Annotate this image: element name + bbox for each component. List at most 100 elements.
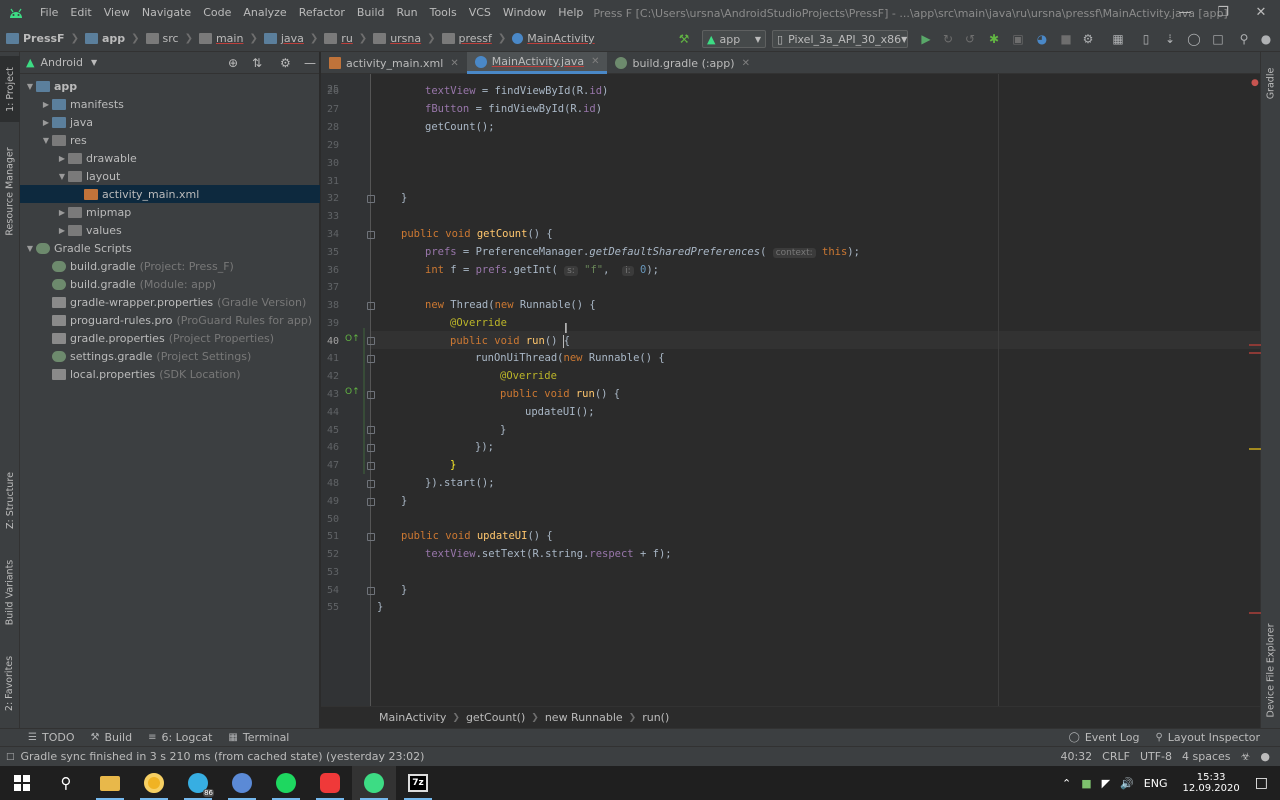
error-indicator-icon[interactable]: ● (1251, 78, 1259, 88)
qbittorrent-icon[interactable] (220, 766, 264, 800)
tree-item-build-gradle-module[interactable]: build.gradle (Module: app) (20, 275, 320, 293)
device-manager-icon[interactable]: ◯ (1186, 31, 1202, 47)
tree-item-activity-main-xml[interactable]: activity_main.xml (20, 185, 320, 203)
menu-file[interactable]: File (34, 0, 64, 26)
nav-crumb-pressf[interactable]: pressf ❯ (436, 32, 506, 45)
tab-activity-main-xml[interactable]: activity_main.xml ✕ (321, 52, 467, 74)
tab-resource-manager[interactable]: Resource Manager (0, 136, 20, 246)
device-dropdown[interactable]: ▯ Pixel_3a_API_30_x86 ▼ (772, 30, 908, 48)
fold-marker-icon[interactable] (367, 337, 375, 345)
windows-start-icon[interactable] (0, 766, 44, 800)
lock-icon[interactable]: ☣ (1241, 750, 1251, 763)
fold-marker-icon[interactable] (367, 587, 375, 595)
fold-marker-icon[interactable] (367, 302, 375, 310)
build-button[interactable]: ⚒ Build (90, 731, 132, 744)
tab-device-file-explorer[interactable]: Device File Explorer (1261, 612, 1280, 728)
close-icon[interactable]: ✕ (1242, 0, 1280, 26)
caret-position[interactable]: 40:32 (1060, 750, 1092, 763)
error-stripe-mark[interactable] (1249, 352, 1261, 354)
nav-crumb-java[interactable]: java ❯ (258, 32, 318, 45)
layout-inspector-button[interactable]: ⚲ Layout Inspector (1155, 731, 1260, 744)
menu-navigate[interactable]: Navigate (136, 0, 197, 26)
tree-item-proguard-rules[interactable]: proguard-rules.pro (ProGuard Rules for ap… (20, 311, 320, 329)
breadcrumb-new-runnable[interactable]: new Runnable (545, 711, 623, 724)
tree-item-res[interactable]: ▼ res (20, 131, 320, 149)
collapse-all-icon[interactable]: ⇅ (252, 56, 262, 70)
maximize-icon[interactable]: ❐ (1204, 0, 1242, 26)
menu-view[interactable]: View (98, 0, 136, 26)
vivaldi-icon[interactable] (308, 766, 352, 800)
fold-marker-icon[interactable] (367, 444, 375, 452)
tab-gradle[interactable]: Gradle (1261, 56, 1280, 110)
menu-refactor[interactable]: Refactor (293, 0, 351, 26)
code-editor[interactable]: 25 26 27 28 29 30 31 32 33 34 35 36 37 3… (321, 74, 1260, 706)
notifications-icon[interactable]: □ (1255, 775, 1268, 791)
status-toggle-icon[interactable]: □ (6, 752, 15, 762)
fold-marker-icon[interactable] (367, 231, 375, 239)
tree-item-layout[interactable]: ▼ layout (20, 167, 320, 185)
nav-crumb-main[interactable]: main ❯ (193, 32, 258, 45)
spotify-icon[interactable] (264, 766, 308, 800)
file-encoding[interactable]: UTF-8 (1140, 750, 1172, 763)
fold-marker-icon[interactable] (367, 533, 375, 541)
menu-vcs[interactable]: VCS (463, 0, 497, 26)
tab-build-variants[interactable]: Build Variants (0, 550, 20, 634)
stop-icon[interactable]: ■ (1058, 31, 1074, 47)
tree-item-settings-gradle[interactable]: settings.gradle (Project Settings) (20, 347, 320, 365)
tab-mainactivity-java[interactable]: MainActivity.java ✕ (466, 52, 608, 74)
tree-item-app[interactable]: ▼ app (20, 77, 320, 95)
menu-help[interactable]: Help (552, 0, 589, 26)
project-structure-icon[interactable]: ▦ (1110, 31, 1126, 47)
project-view-dropdown[interactable]: Android (40, 56, 83, 69)
menu-tools[interactable]: Tools (424, 0, 463, 26)
line-separator[interactable]: CRLF (1102, 750, 1130, 763)
avd-manager-icon[interactable]: ▯ (1138, 31, 1154, 47)
inspector-icon[interactable]: ● (1260, 750, 1270, 763)
fold-marker-icon[interactable] (367, 498, 375, 506)
override-marker-icon[interactable]: O↑ (345, 387, 360, 397)
terminal-button[interactable]: ▦ Terminal (228, 731, 289, 744)
close-tab-icon[interactable]: ✕ (450, 58, 458, 69)
indent-setting[interactable]: 4 spaces (1182, 750, 1231, 763)
attach-debugger-icon[interactable]: ◕ (1034, 31, 1050, 47)
breadcrumb-run[interactable]: run() (642, 711, 669, 724)
profile-icon[interactable]: ▣ (1010, 31, 1026, 47)
run-config-dropdown[interactable]: ▲ app ▼ (702, 30, 766, 48)
hammer-icon[interactable]: ⚒ (676, 31, 692, 47)
nav-crumb-ursna[interactable]: ursna ❯ (367, 32, 436, 45)
telegram-icon[interactable]: 86 (176, 766, 220, 800)
tree-item-build-gradle-project[interactable]: build.gradle (Project: Press_F) (20, 257, 320, 275)
tree-item-manifests[interactable]: ▶ manifests (20, 95, 320, 113)
menu-analyze[interactable]: Analyze (237, 0, 292, 26)
fold-marker-icon[interactable] (367, 195, 375, 203)
run-icon[interactable]: ▶ (918, 31, 934, 47)
tree-item-drawable[interactable]: ▶ drawable (20, 149, 320, 167)
chrome-canary-icon[interactable] (132, 766, 176, 800)
event-log-button[interactable]: ◯ Event Log (1069, 731, 1140, 744)
tree-item-java[interactable]: ▶ java (20, 113, 320, 131)
close-tab-icon[interactable]: ✕ (742, 58, 750, 69)
nav-crumb-ru[interactable]: ru ❯ (318, 32, 367, 45)
locate-icon[interactable]: ⊕ (228, 56, 238, 70)
fold-marker-icon[interactable] (367, 391, 375, 399)
warning-stripe-mark[interactable] (1249, 448, 1261, 450)
nav-crumb-app[interactable]: app ❯ (79, 32, 140, 45)
chevron-down-icon[interactable]: ▼ (91, 58, 97, 67)
breadcrumb-getcount[interactable]: getCount() (466, 711, 525, 724)
menu-code[interactable]: Code (197, 0, 237, 26)
tray-app-icon[interactable]: ■ (1081, 777, 1091, 790)
apply-code-changes-icon[interactable]: ↺ (962, 31, 978, 47)
gear-icon[interactable]: ⚙ (280, 56, 291, 70)
search-icon[interactable]: ⚲ (1236, 31, 1252, 47)
sdk-manager-icon[interactable]: ⇣ (1162, 31, 1178, 47)
nav-crumb-mainactivity[interactable]: MainActivity (506, 32, 595, 45)
hide-icon[interactable]: — (304, 56, 316, 70)
menu-build[interactable]: Build (351, 0, 391, 26)
error-stripe-mark[interactable] (1249, 612, 1261, 614)
debug-icon[interactable]: ✱ (986, 31, 1002, 47)
fold-marker-icon[interactable] (367, 426, 375, 434)
menu-edit[interactable]: Edit (64, 0, 97, 26)
menu-run[interactable]: Run (391, 0, 424, 26)
nav-crumb-src[interactable]: src ❯ (140, 32, 193, 45)
clock[interactable]: 15:33 12.09.2020 (1183, 772, 1240, 794)
